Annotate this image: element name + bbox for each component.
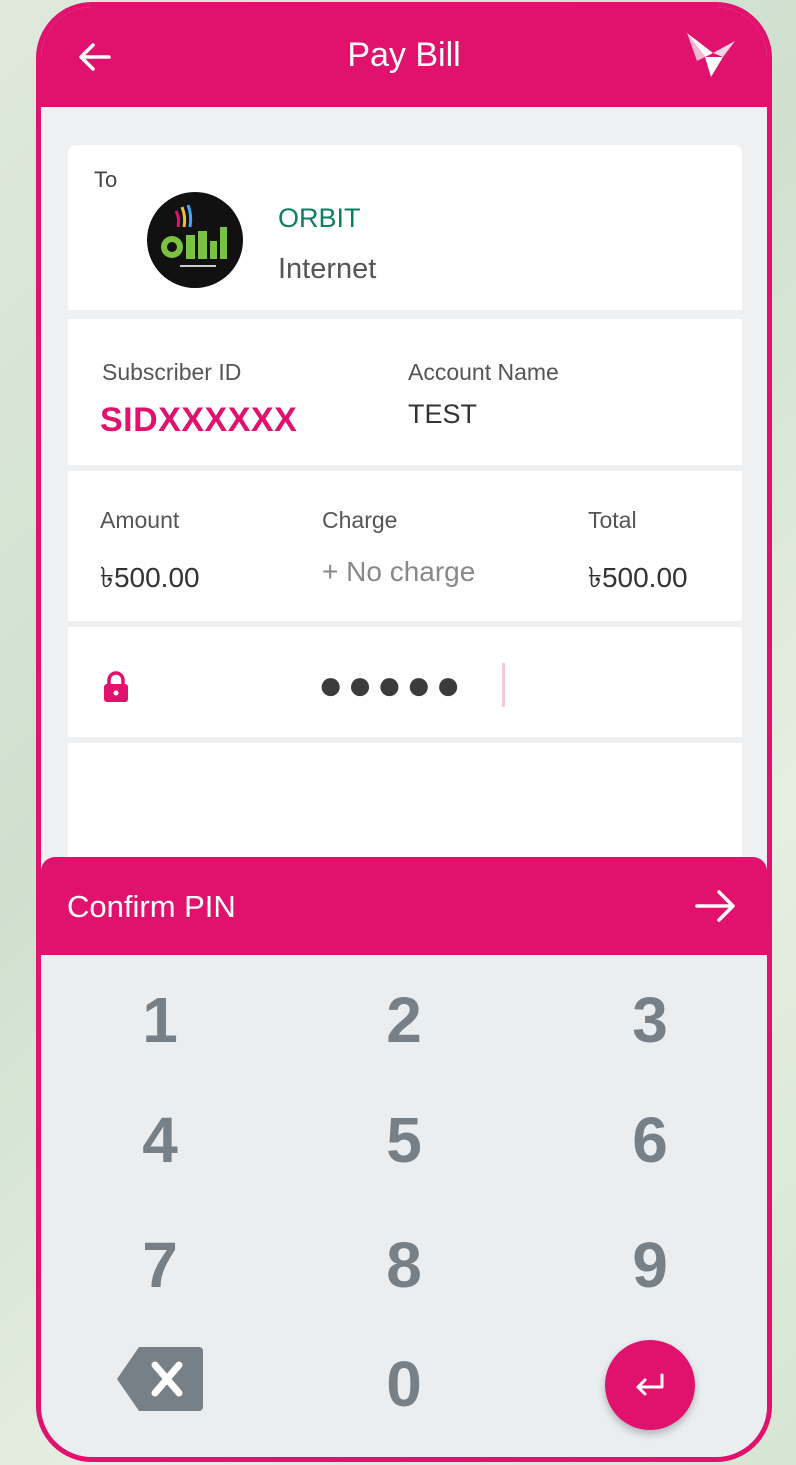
confirm-pin-button[interactable]: Confirm PIN bbox=[41, 857, 767, 955]
key-6[interactable]: 6 bbox=[550, 1085, 750, 1195]
pin-entry-card[interactable]: ●●●●● bbox=[68, 627, 742, 737]
key-2[interactable]: 2 bbox=[304, 965, 504, 1075]
charge-label: Charge bbox=[322, 507, 398, 533]
key-1[interactable]: 1 bbox=[60, 965, 260, 1075]
arrow-right-icon bbox=[695, 890, 735, 922]
key-5[interactable]: 5 bbox=[304, 1085, 504, 1195]
amount-value: ৳500.00 bbox=[100, 562, 200, 593]
lock-icon bbox=[104, 671, 128, 702]
confirm-pin-label: Confirm PIN bbox=[67, 889, 236, 924]
page-title: Pay Bill bbox=[347, 36, 461, 74]
pin-input[interactable]: ●●●●● bbox=[318, 663, 465, 707]
key-9[interactable]: 9 bbox=[550, 1210, 750, 1320]
app-bar: Pay Bill bbox=[41, 7, 767, 107]
amount-label: Amount bbox=[100, 507, 180, 533]
account-name-value: TEST bbox=[408, 399, 478, 429]
enter-icon bbox=[636, 1373, 664, 1396]
numeric-keypad: 1 2 3 4 5 6 7 8 9 0 bbox=[41, 955, 767, 1457]
total-label: Total bbox=[588, 507, 637, 533]
backspace-icon[interactable] bbox=[115, 1345, 205, 1413]
key-3[interactable]: 3 bbox=[550, 965, 750, 1075]
account-card: Subscriber ID SIDXXXXXX Account Name TES… bbox=[68, 319, 742, 465]
subscriber-id-label: Subscriber ID bbox=[102, 359, 242, 385]
amount-card: Amount ৳500.00 Charge + No charge Total … bbox=[68, 471, 742, 621]
key-8[interactable]: 8 bbox=[304, 1210, 504, 1320]
text-cursor bbox=[502, 663, 505, 707]
orbit-internet-logo bbox=[147, 192, 243, 288]
total-value: ৳500.00 bbox=[588, 562, 688, 593]
charge-value: + No charge bbox=[322, 556, 476, 587]
recipient-card: To ORBIT Internet bbox=[68, 145, 742, 310]
key-4[interactable]: 4 bbox=[60, 1085, 260, 1195]
key-7[interactable]: 7 bbox=[60, 1210, 260, 1320]
merchant-category: Internet bbox=[278, 253, 377, 285]
account-name-label: Account Name bbox=[408, 359, 559, 385]
bird-logo-icon bbox=[687, 33, 735, 77]
phone-frame: Pay Bill To ORBIT Internet Subscriber ID… bbox=[36, 2, 772, 1462]
merchant-name: ORBIT bbox=[278, 203, 361, 233]
payment-details: To ORBIT Internet Subscriber ID SIDXXXXX… bbox=[41, 107, 767, 873]
to-label: To bbox=[94, 167, 118, 192]
empty-card bbox=[68, 743, 742, 873]
subscriber-id-value: SIDXXXXXX bbox=[100, 401, 298, 439]
key-0[interactable]: 0 bbox=[304, 1329, 504, 1439]
enter-button[interactable] bbox=[605, 1340, 695, 1430]
